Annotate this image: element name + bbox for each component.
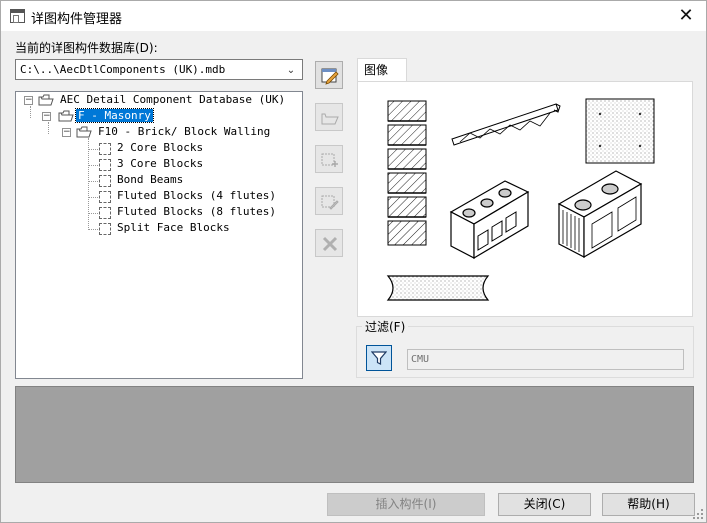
open-folder-icon: [38, 94, 54, 106]
database-combo[interactable]: C:\..\AecDtlComponents (UK).mdb ⌄: [15, 59, 303, 80]
funnel-icon: [371, 351, 387, 365]
component-icon: [99, 223, 111, 235]
open-folder-icon: [58, 110, 74, 122]
tree-node-section[interactable]: F10 - Brick/ Block Walling: [96, 124, 272, 140]
app-icon: [10, 9, 25, 23]
help-button[interactable]: 帮助(H): [602, 493, 695, 516]
tab-image[interactable]: 图像: [357, 58, 407, 82]
open-folder-icon: [76, 126, 92, 138]
chevron-down-icon[interactable]: ⌄: [284, 61, 298, 78]
insert-component-button[interactable]: 插入构件(I): [327, 493, 485, 516]
tree-connector: [88, 149, 98, 150]
tree-connector: [30, 106, 31, 118]
component-icon: [99, 207, 111, 219]
window-title: 详图构件管理器: [31, 12, 123, 27]
tree-node-division[interactable]: F - Masonry: [75, 108, 154, 124]
filter-label: 过滤(F): [362, 318, 409, 335]
tree-connector: [88, 181, 98, 182]
collapse-section-toggle[interactable]: −: [62, 128, 71, 137]
tree-item[interactable]: Bond Beams: [115, 172, 185, 188]
collapse-division-toggle[interactable]: −: [42, 112, 51, 121]
add-component-icon: [321, 153, 338, 167]
database-value: C:\..\AecDtlComponents (UK).mdb: [20, 63, 226, 76]
component-icon: [99, 191, 111, 203]
tree-item[interactable]: 3 Core Blocks: [115, 156, 205, 172]
filter-toggle-button[interactable]: [366, 345, 392, 371]
title-bar[interactable]: 详图构件管理器 ✕: [1, 1, 706, 31]
tree-connector: [88, 213, 98, 214]
tree-connector: [88, 138, 89, 230]
tree-connector: [88, 229, 98, 230]
database-label: 当前的详图构件数据库(D):: [15, 41, 158, 55]
close-window-button[interactable]: ✕: [666, 1, 706, 31]
tree-item[interactable]: 2 Core Blocks: [115, 140, 205, 156]
delete-icon: [322, 236, 338, 252]
tree-item[interactable]: Fluted Blocks (8 flutes): [115, 204, 278, 220]
tree-item[interactable]: Fluted Blocks (4 flutes): [115, 188, 278, 204]
component-tree[interactable]: − AEC Detail Component Database (UK) − F…: [15, 91, 303, 379]
open-folder-button[interactable]: [315, 103, 343, 131]
filter-input[interactable]: CMU: [407, 349, 684, 370]
tree-connector: [88, 197, 98, 198]
component-icon: [99, 143, 111, 155]
resize-grip-icon[interactable]: [693, 509, 703, 519]
edit-component-icon: [321, 195, 339, 210]
component-preview-image: [386, 98, 655, 301]
component-icon: [99, 159, 111, 171]
edit-database-icon: [321, 68, 339, 85]
open-folder-icon: [321, 113, 339, 125]
tree-connector: [88, 165, 98, 166]
dialog-window: 详图构件管理器 ✕ 当前的详图构件数据库(D): C:\..\AecDtlCom…: [0, 0, 707, 523]
edit-component-button[interactable]: [315, 187, 343, 215]
delete-button[interactable]: [315, 229, 343, 257]
collapse-root-toggle[interactable]: −: [24, 96, 33, 105]
tree-connector: [48, 122, 49, 134]
edit-database-button[interactable]: [315, 61, 343, 89]
tree-item[interactable]: Split Face Blocks: [115, 220, 232, 236]
description-panel: [15, 386, 694, 483]
tree-node-root[interactable]: AEC Detail Component Database (UK): [58, 92, 287, 108]
close-icon: ✕: [678, 5, 694, 26]
add-component-button[interactable]: [315, 145, 343, 173]
component-icon: [99, 175, 111, 187]
close-button[interactable]: 关闭(C): [498, 493, 591, 516]
